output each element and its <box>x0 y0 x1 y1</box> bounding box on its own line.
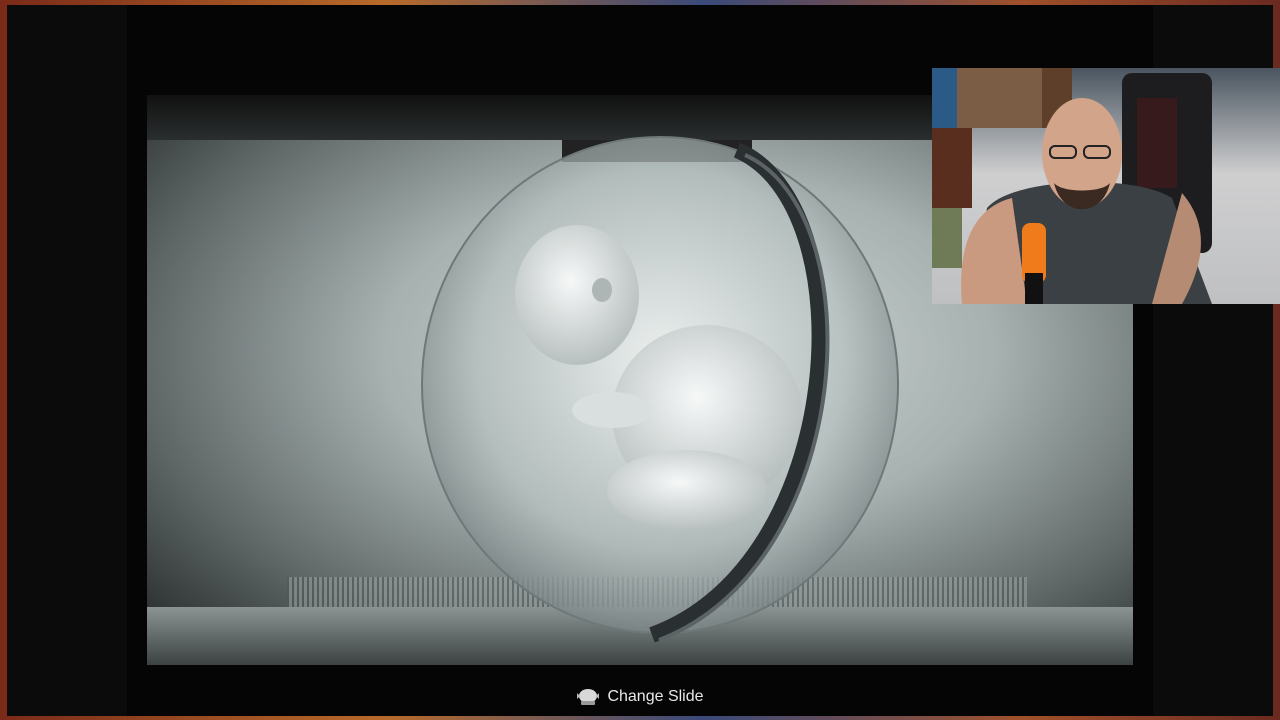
fetus-ear <box>592 278 612 302</box>
webcam-overlay <box>932 68 1280 304</box>
touchpad-icon <box>577 689 600 705</box>
left-letterbox <box>7 5 127 716</box>
change-slide-prompt[interactable]: Change Slide <box>576 687 704 707</box>
streamer-webcam <box>932 68 1212 304</box>
slide-prompt-bar: Change Slide <box>0 682 1280 712</box>
fetus-head <box>515 225 639 365</box>
fetus-arm <box>572 392 652 428</box>
fetus-leg <box>607 450 767 530</box>
change-slide-label: Change Slide <box>607 688 704 705</box>
